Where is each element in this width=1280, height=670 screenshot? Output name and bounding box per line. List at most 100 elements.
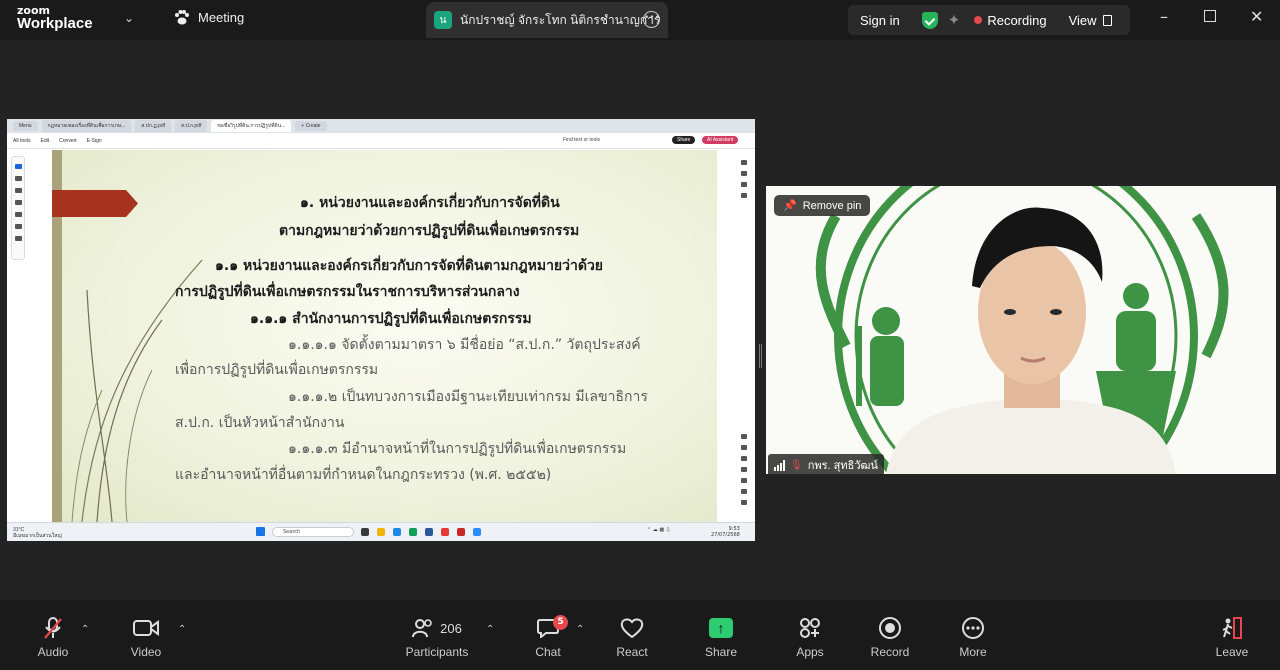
browser-tab[interactable]: ส.ปก.ฏ.pdf xyxy=(135,120,172,132)
zoom-out-icon[interactable] xyxy=(741,500,747,505)
edge-icon[interactable] xyxy=(393,528,401,536)
share-button[interactable]: ↑ Share xyxy=(700,614,742,659)
header-actions: Sign in ✦ Recording View xyxy=(848,5,1130,35)
pen-tool-icon[interactable] xyxy=(14,188,22,193)
page-num-icon[interactable] xyxy=(741,445,747,450)
split-handle[interactable] xyxy=(759,344,762,368)
pdf-side-tools xyxy=(11,156,25,260)
zoom-app-icon[interactable] xyxy=(473,528,481,536)
new-tab-button[interactable]: + Create xyxy=(295,121,327,131)
leave-button[interactable]: Leave xyxy=(1212,614,1252,659)
system-tray[interactable]: ⌃ ☁ ▩ ♫ xyxy=(647,527,670,533)
more-icon xyxy=(962,617,984,639)
mic-muted-icon xyxy=(44,617,62,639)
chevron-down-icon[interactable]: ⌄ xyxy=(124,11,134,25)
record-button[interactable]: Record xyxy=(866,614,914,659)
participants-count: 206 xyxy=(440,620,462,636)
sign-in-link[interactable]: Sign in xyxy=(860,13,900,28)
video-options-caret-icon[interactable]: ⌃ xyxy=(178,624,186,635)
view-button[interactable]: View xyxy=(1069,13,1097,28)
weather-widget[interactable]: 31°C มีเมฆมากเป็นส่วนใหญ่ xyxy=(13,527,62,539)
attach-icon[interactable] xyxy=(741,182,747,187)
powerpoint-icon[interactable] xyxy=(441,528,449,536)
react-button[interactable]: React xyxy=(612,614,652,659)
remove-pin-button[interactable]: 📌 Remove pin xyxy=(774,195,871,216)
weather-text: มีเมฆมากเป็นส่วนใหญ่ xyxy=(13,533,62,539)
meeting-menu[interactable]: Meeting xyxy=(174,10,244,25)
browser-tabs: Menu กฎหมายเพลงเรื่องที่ดินเพื่อการเกษ..… xyxy=(7,119,755,133)
view-grid-icon[interactable] xyxy=(1102,14,1112,26)
pdf-menu-item[interactable]: Edit xyxy=(41,138,50,144)
browser-tab-active[interactable]: ขอชื่อวิรูปที่ดิน.การปฏิรูปที่ดิน... xyxy=(211,120,292,132)
cursor-tool-icon[interactable] xyxy=(14,164,22,169)
brand-line2: Workplace xyxy=(17,15,93,32)
video-label: Video xyxy=(130,645,162,659)
participant-video[interactable]: 📌 Remove pin 🎙 กพร. สุทธิวัฒน์ xyxy=(766,186,1276,474)
acrobat-icon[interactable] xyxy=(457,528,465,536)
record-icon xyxy=(879,617,901,639)
participant-name-tag: 🎙 กพร. สุทธิวัฒน์ xyxy=(768,454,884,474)
windows-start-icon[interactable] xyxy=(256,527,265,536)
bookmark-icon[interactable] xyxy=(741,171,747,176)
restore-icon[interactable] xyxy=(1204,10,1216,22)
apps-label: Apps xyxy=(796,645,824,659)
recording-indicator[interactable]: Recording xyxy=(974,12,1047,28)
browser-tab[interactable]: กฎหมายเพลงเรื่องที่ดินเพื่อการเกษ... xyxy=(41,120,132,132)
minimize-icon[interactable]: – xyxy=(1160,7,1168,26)
browser-tab[interactable]: Menu xyxy=(13,121,38,131)
chat-caret-icon[interactable]: ⌃ xyxy=(576,624,584,635)
pdf-right-tools xyxy=(738,154,750,524)
participants-button[interactable]: 206 Participants xyxy=(400,614,474,659)
chrome-icon[interactable] xyxy=(409,528,417,536)
emblem-background xyxy=(766,186,1276,474)
audio-options-caret-icon[interactable]: ⌃ xyxy=(81,624,89,635)
pdf-share-button[interactable]: Share xyxy=(672,136,696,144)
taskbar-search[interactable]: Search xyxy=(272,527,354,537)
tab-badge: น xyxy=(434,11,452,29)
signal-icon xyxy=(774,459,785,471)
slide-text: ๑.๑.๑.๒ เป็นทบวงการเมืองมีฐานะเทียบเท่าก… xyxy=(288,389,648,405)
sparkle-icon[interactable]: ✦ xyxy=(948,11,961,29)
leave-icon xyxy=(1222,617,1242,639)
ai-assistant-button[interactable]: AI Assistant xyxy=(702,136,739,144)
recording-label: Recording xyxy=(987,12,1047,28)
leave-label: Leave xyxy=(1215,645,1249,659)
remove-pin-label: Remove pin xyxy=(802,199,862,212)
scroll-down-icon[interactable] xyxy=(741,434,747,439)
meeting-tab[interactable]: น นักปราชญ์ จักระโทก นิติกรชำนาญการ ••• xyxy=(426,2,668,38)
browser-tab[interactable]: ส.ป.ก.pdf xyxy=(175,120,208,132)
find-field[interactable]: Find text or tools xyxy=(563,137,600,143)
pdf-menu-item[interactable]: Convert xyxy=(59,138,77,144)
zoom-logo: zoom Workplace xyxy=(17,4,93,32)
more-options-icon[interactable]: ••• xyxy=(643,11,660,28)
zoom-in-icon[interactable] xyxy=(741,489,747,494)
scroll-up-icon[interactable] xyxy=(741,456,747,461)
video-button[interactable]: Video xyxy=(123,614,169,659)
zoom-tool-icon[interactable] xyxy=(14,176,22,181)
taskview-icon[interactable] xyxy=(361,528,369,536)
explorer-icon[interactable] xyxy=(377,528,385,536)
comment-icon[interactable] xyxy=(741,160,747,165)
taskbar-clock[interactable]: 9:53 27/07/2568 xyxy=(711,526,740,538)
react-label: React xyxy=(616,645,648,659)
slide-section-title: ๑.๑.๑ สำนักงานการปฏิรูปที่ดินเพื่อเกษตรก… xyxy=(250,311,532,327)
participants-caret-icon[interactable]: ⌃ xyxy=(486,624,494,635)
mic-muted-icon: 🎙 xyxy=(790,459,803,471)
more-button[interactable]: More xyxy=(950,614,996,659)
pages-icon[interactable] xyxy=(741,193,747,198)
text-tool-icon[interactable] xyxy=(14,224,22,229)
pdf-menu-item[interactable]: All tools xyxy=(13,138,31,144)
close-icon[interactable]: ✕ xyxy=(1250,7,1263,26)
stamp-tool-icon[interactable] xyxy=(14,236,22,241)
highlight-tool-icon[interactable] xyxy=(14,200,22,205)
rotate-icon[interactable] xyxy=(741,467,747,472)
apps-button[interactable]: Apps xyxy=(790,614,830,659)
pdf-menu-item[interactable]: E-Sign xyxy=(87,138,102,144)
draw-tool-icon[interactable] xyxy=(14,212,22,217)
audio-button[interactable]: Audio xyxy=(30,614,76,659)
slide-subheading-1: ๑.๑ หน่วยงานและองค์กรเกี่ยวกับการจัดที่ด… xyxy=(215,258,604,274)
shield-icon[interactable] xyxy=(921,11,938,29)
shared-screen[interactable]: Menu กฎหมายเพลงเรื่องที่ดินเพื่อการเกษ..… xyxy=(7,119,755,541)
word-icon[interactable] xyxy=(425,528,433,536)
fit-icon[interactable] xyxy=(741,478,747,483)
